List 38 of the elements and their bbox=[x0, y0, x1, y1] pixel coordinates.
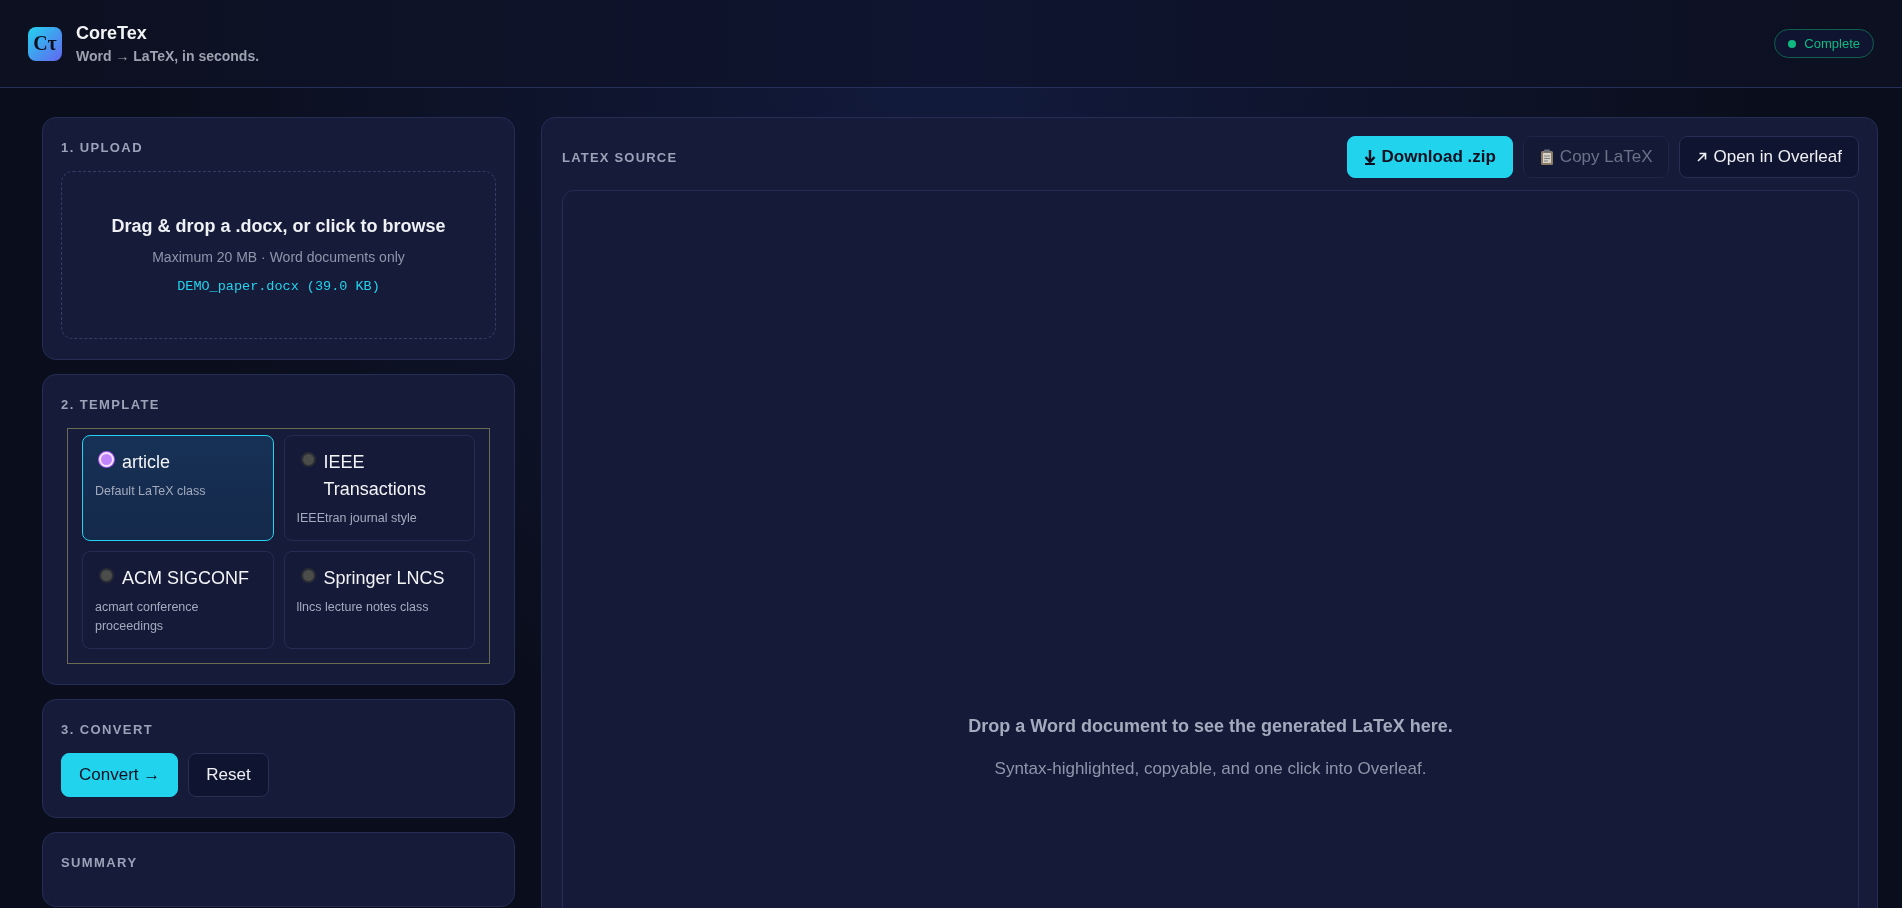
drop-hint: Maximum 20 MB · Word documents only bbox=[151, 249, 406, 265]
template-name: Springer LNCS bbox=[323, 567, 445, 590]
file-name: DEMO_paper.docx (39.0 KB) bbox=[176, 279, 381, 294]
arrow-up-right-icon bbox=[1696, 151, 1708, 163]
clipboard-icon bbox=[1539, 148, 1554, 166]
template-option[interactable]: ACM SIGCONF acmart conference proceedings bbox=[82, 551, 274, 649]
empty-state-hint: Syntax-highlighted, copyable, and one click into Overleaf. bbox=[994, 759, 1427, 779]
template-name: article bbox=[122, 451, 170, 474]
template-name: ACM SIGCONF bbox=[122, 567, 249, 590]
template-description: acmart conference proceedings bbox=[95, 599, 200, 635]
panel-heading: LATEX SOURCE bbox=[562, 149, 678, 165]
template-description: IEEEtran journal style bbox=[296, 510, 418, 527]
radio-button[interactable] bbox=[300, 452, 316, 467]
template-option[interactable]: article Default LaTeX class bbox=[82, 435, 274, 541]
template-name: IEEE Transactions bbox=[323, 451, 427, 501]
overleaf-button[interactable]: Open in Overleaf bbox=[1679, 136, 1859, 178]
download-arrow-icon bbox=[1363, 149, 1376, 165]
download-button[interactable]: Download .zip bbox=[1346, 136, 1513, 178]
app-title: CoreTex bbox=[76, 23, 148, 44]
template-option[interactable]: IEEE Transactions IEEEtran journal style bbox=[283, 435, 475, 541]
template-description: Default LaTeX class bbox=[95, 483, 207, 500]
template-description: llncs lecture notes class bbox=[296, 599, 430, 616]
logo-icon: Cτ bbox=[28, 26, 62, 61]
status-dot-icon bbox=[1788, 39, 1797, 48]
radio-button[interactable] bbox=[300, 568, 316, 583]
status-badge: Complete bbox=[1774, 29, 1874, 58]
radio-button[interactable] bbox=[99, 568, 114, 583]
reset-button[interactable]: Reset bbox=[188, 753, 269, 797]
app-tagline: Word → LaTeX, in seconds. bbox=[76, 48, 260, 64]
drop-prompt: Drag & drop a .docx, or click to browse bbox=[110, 216, 447, 237]
section-heading: 3. CONVERT bbox=[61, 722, 154, 737]
template-option[interactable]: Springer LNCS llncs lecture notes class bbox=[283, 551, 475, 649]
section-heading: 2. TEMPLATE bbox=[61, 397, 161, 412]
convert-button[interactable]: Convert → bbox=[61, 753, 179, 797]
section-heading: SUMMARY bbox=[61, 855, 139, 870]
file-drop-zone[interactable]: Drag & drop a .docx, or click to browse Maximum 20 MB · Word documents only DEMO_paper.docx (39.0 KB) bbox=[61, 171, 496, 339]
empty-state-title: Drop a Word document to see the generated LaTeX here. bbox=[968, 716, 1453, 737]
section-heading: 1. UPLOAD bbox=[61, 140, 144, 155]
